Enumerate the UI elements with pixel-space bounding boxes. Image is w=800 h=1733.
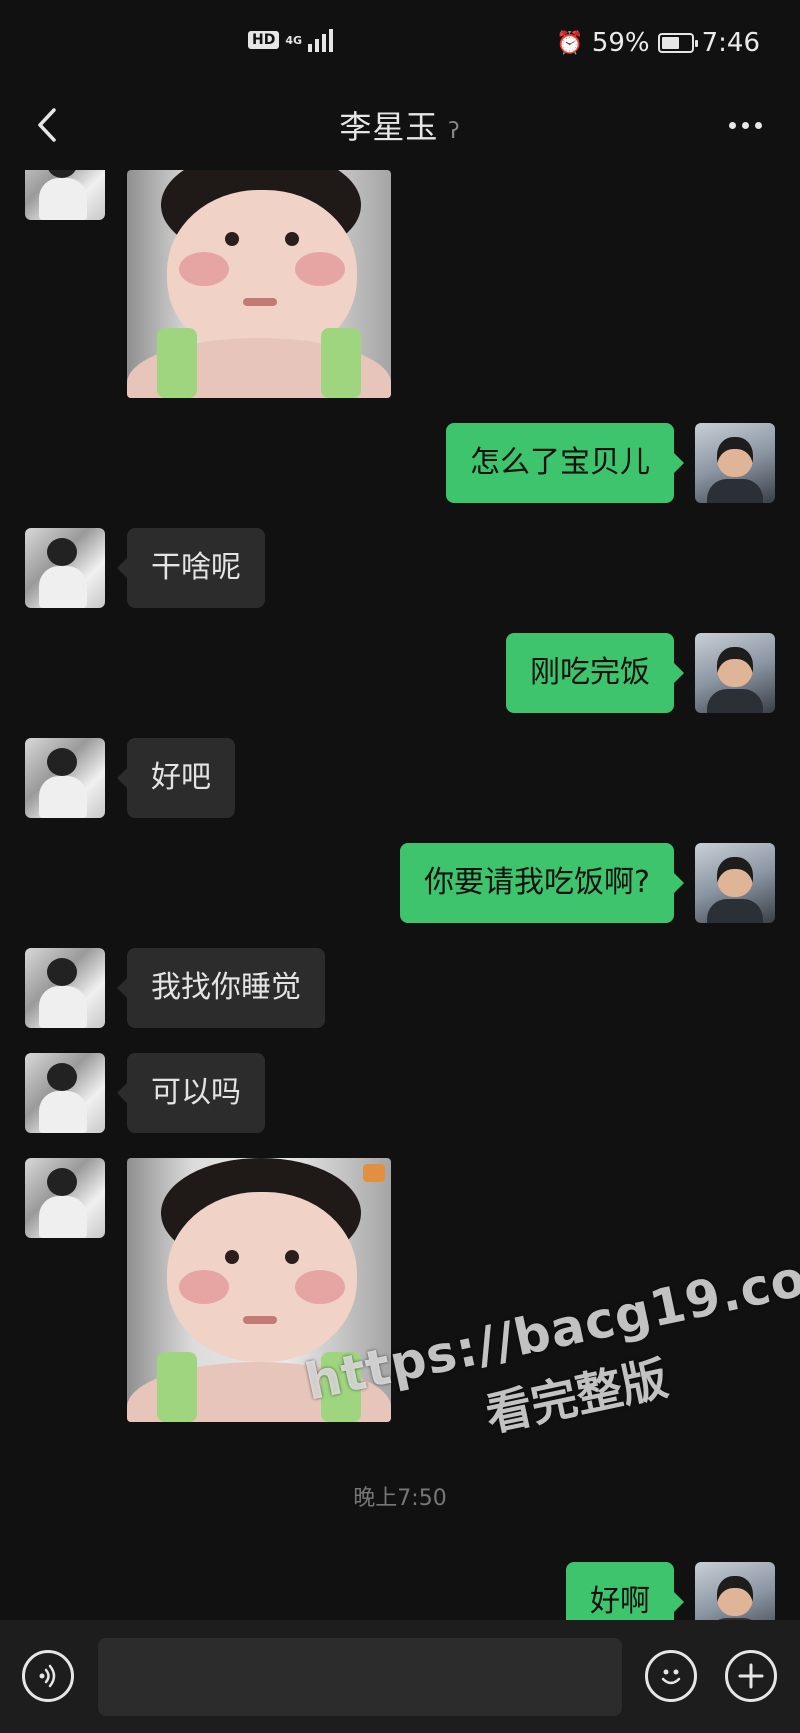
sticker-cheek: [179, 252, 229, 286]
sticker-mouth: [243, 298, 277, 306]
outgoing-message[interactable]: 刚吃完饭: [506, 633, 684, 713]
hd-badge: HD: [248, 31, 280, 49]
outgoing-message[interactable]: 怎么了宝贝儿: [446, 423, 684, 503]
sticker-cheek: [179, 1270, 229, 1304]
signal-icon: [308, 28, 334, 52]
ear-icon: ʔ: [448, 119, 461, 144]
input-bar: [0, 1620, 800, 1733]
my-avatar[interactable]: [695, 633, 775, 713]
battery-percent: 59%: [591, 28, 650, 58]
status-right: ⏰ 59% 7:46: [556, 28, 760, 58]
sticker-mouth: [243, 1316, 277, 1324]
sticker-tag: [363, 1164, 385, 1182]
contact-avatar[interactable]: [25, 948, 105, 1028]
sticker-cheek: [295, 1270, 345, 1304]
alarm-icon: ⏰: [556, 30, 584, 56]
more-dots-icon: [728, 121, 736, 129]
contact-avatar[interactable]: [25, 528, 105, 608]
emoji-button[interactable]: [645, 1650, 697, 1702]
voice-icon: [39, 1664, 56, 1688]
battery-icon: [657, 33, 698, 53]
message-input[interactable]: [98, 1638, 622, 1716]
sticker-eye: [285, 1250, 299, 1264]
outgoing-message[interactable]: 好啊: [566, 1562, 684, 1620]
sticker-message[interactable]: [127, 170, 391, 398]
network-type: 4G: [285, 33, 303, 47]
message-timestamp: 晚上7:50: [353, 1486, 447, 1511]
voice-button[interactable]: [22, 1650, 74, 1702]
sticker-eye: [225, 1250, 239, 1264]
clock: 7:46: [701, 28, 760, 58]
emoji-icon: [661, 1669, 681, 1685]
contact-avatar[interactable]: [25, 1053, 105, 1133]
sticker-strap: [157, 1352, 197, 1422]
contact-avatar[interactable]: [25, 170, 105, 220]
network-indicators: HD 4G: [248, 28, 334, 52]
sticker-strap: [157, 328, 197, 398]
plus-button[interactable]: [725, 1650, 777, 1702]
chat-header: 李星玉 ʔ: [0, 90, 800, 170]
status-bar: HD 4G ⏰ 59% 7:46: [0, 0, 800, 90]
incoming-message[interactable]: 我找你睡觉: [117, 948, 325, 1028]
chat-title: 李星玉: [339, 108, 439, 146]
sticker-eye: [225, 232, 239, 246]
incoming-message[interactable]: 好吧: [117, 738, 235, 818]
outgoing-message[interactable]: 你要请我吃饭啊?: [400, 843, 684, 923]
more-button[interactable]: [720, 100, 770, 150]
incoming-message[interactable]: 干啥呢: [117, 528, 265, 608]
contact-avatar[interactable]: [25, 738, 105, 818]
incoming-message[interactable]: 可以吗: [117, 1053, 265, 1133]
my-avatar[interactable]: [695, 843, 775, 923]
sticker-cheek: [295, 252, 345, 286]
plus-icon: [738, 1663, 764, 1689]
sticker-eye: [285, 232, 299, 246]
more-dot: [754, 121, 762, 129]
sticker-strap: [321, 328, 361, 398]
my-avatar[interactable]: [695, 1562, 775, 1620]
more-dot: [741, 121, 749, 129]
contact-avatar[interactable]: [25, 1158, 105, 1238]
chat-title-wrap: 李星玉 ʔ: [0, 102, 800, 148]
my-avatar[interactable]: [695, 423, 775, 503]
